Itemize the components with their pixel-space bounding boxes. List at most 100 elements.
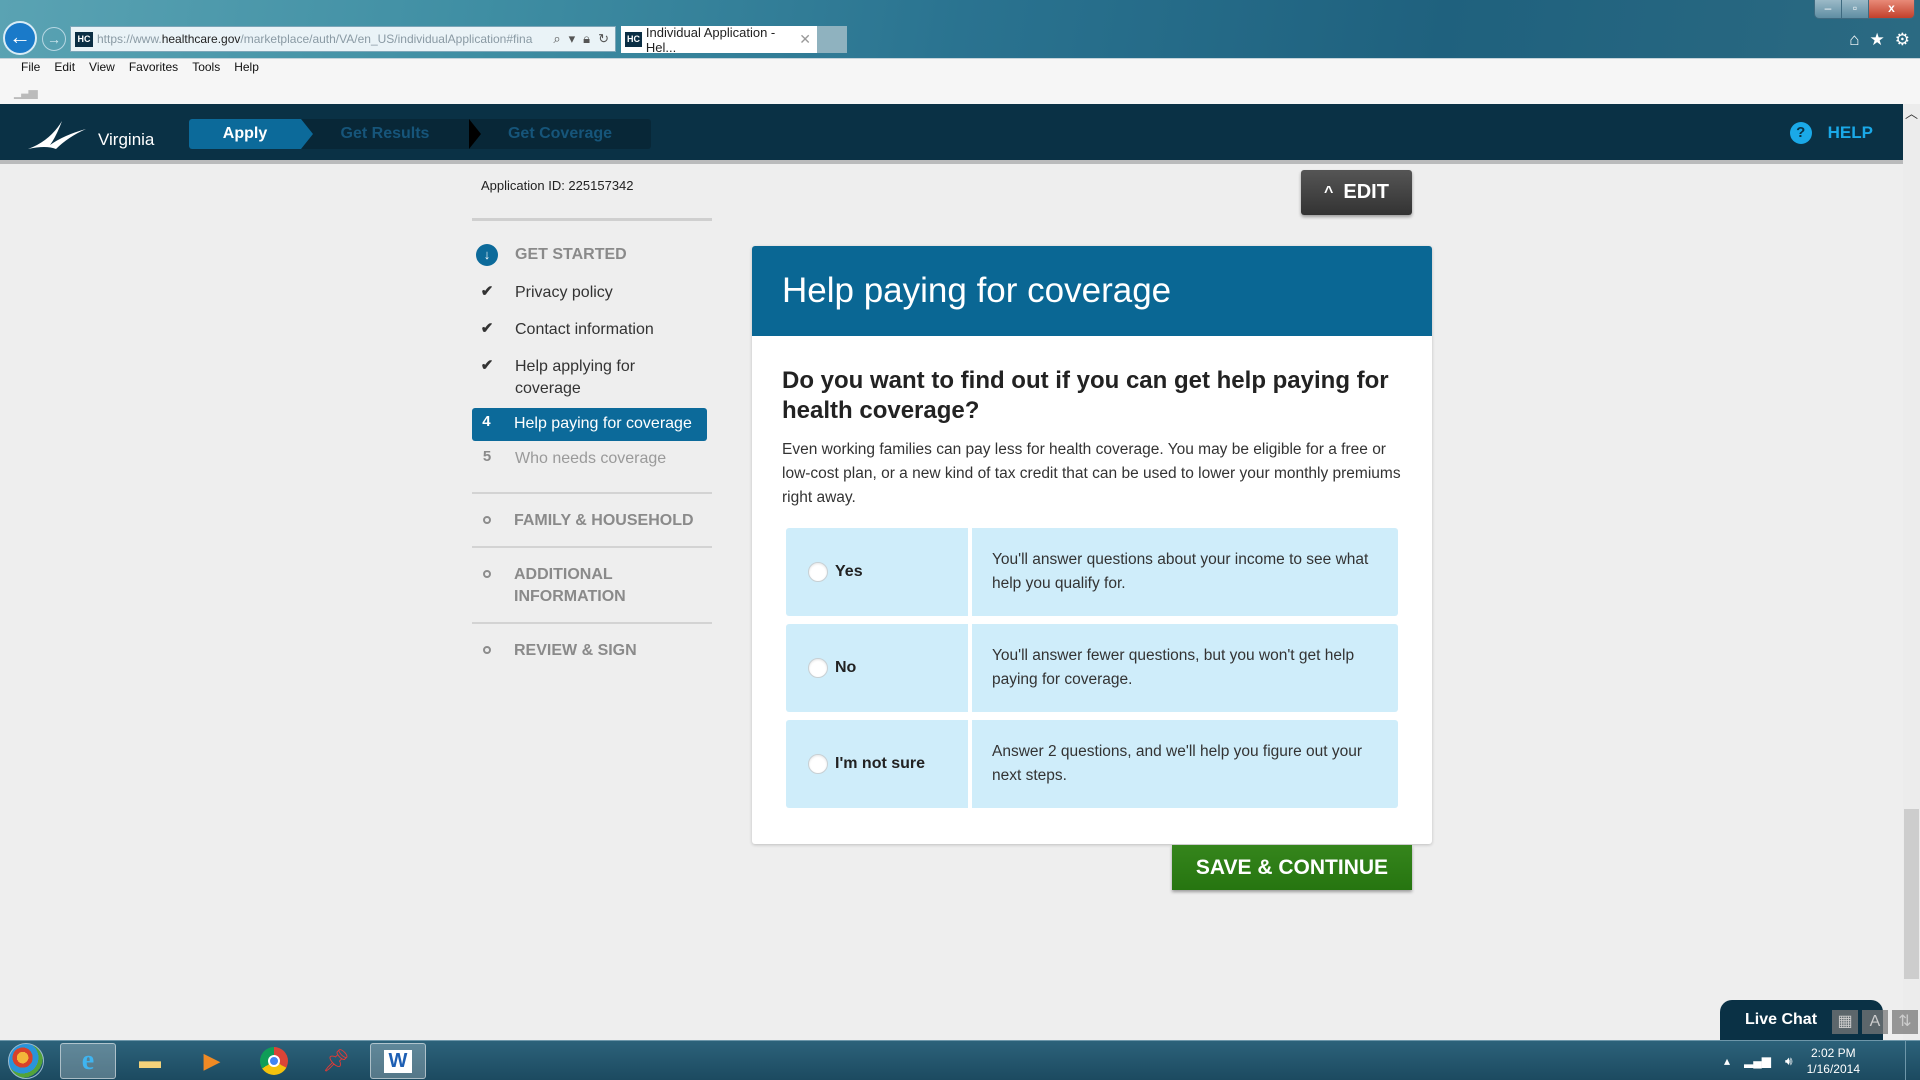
floating-toolbar: ▦ A ⇅ bbox=[1832, 1010, 1918, 1034]
radio-not-sure[interactable] bbox=[808, 754, 828, 774]
option-detail[interactable]: Answer 2 questions, and we'll help you f… bbox=[972, 720, 1398, 808]
help-label: HELP bbox=[1827, 123, 1873, 142]
option-label: I'm not sure bbox=[835, 755, 926, 772]
chrome-icon bbox=[260, 1047, 288, 1075]
option-yes[interactable]: Yes You'll answer questions about your i… bbox=[786, 528, 1398, 616]
back-button[interactable]: ← bbox=[3, 21, 37, 55]
browser-tab-active[interactable]: HC Individual Application - Hel... ✕ bbox=[621, 24, 817, 55]
site-favicon: HC bbox=[75, 31, 93, 47]
lock-icon[interactable]: 🔒︎ bbox=[583, 31, 590, 47]
signal-bars-icon: ▁▃▅ bbox=[14, 85, 38, 99]
scroll-thumb[interactable] bbox=[1904, 809, 1919, 979]
maximize-button[interactable]: ▫ bbox=[1842, 0, 1869, 18]
new-tab-button[interactable] bbox=[817, 26, 847, 53]
show-desktop-button[interactable] bbox=[1905, 1041, 1920, 1080]
url-prefix: https://www. bbox=[97, 32, 162, 46]
forward-button[interactable]: → bbox=[42, 27, 66, 51]
dropdown-icon[interactable]: ▾ bbox=[569, 31, 576, 47]
sidebar-item-help-paying[interactable]: 4 Help paying for coverage bbox=[472, 408, 707, 441]
pushpin-icon: 📌︎ bbox=[322, 1048, 350, 1073]
taskbar-sticky-pin[interactable]: 📌︎ bbox=[308, 1043, 364, 1079]
search-icon[interactable]: ⌕ bbox=[553, 31, 560, 47]
save-continue-button[interactable]: SAVE & CONTINUE bbox=[1172, 845, 1412, 890]
system-tray: ▴ ▂▄▆ 🔊︎ 2:02 PM 1/16/2014 bbox=[1724, 1041, 1860, 1080]
scroll-up-icon[interactable]: ︿ bbox=[1903, 104, 1920, 124]
sidebar-item-privacy-policy[interactable]: ✔ Privacy policy bbox=[472, 275, 712, 312]
site-header: Virginia Apply Get Results Get Coverage … bbox=[0, 104, 1903, 164]
taskbar-chrome[interactable] bbox=[246, 1043, 302, 1079]
tab-favicon: HC bbox=[625, 32, 642, 47]
address-bar[interactable]: HC https://www. healthcare.gov/marketplac… bbox=[70, 26, 616, 52]
menu-view[interactable]: View bbox=[82, 60, 122, 74]
menu-tools[interactable]: Tools bbox=[185, 60, 227, 74]
tab-close-icon[interactable]: ✕ bbox=[799, 31, 811, 48]
network-icon[interactable]: ▂▄▆ bbox=[1744, 1054, 1771, 1068]
option-not-sure[interactable]: I'm not sure Answer 2 questions, and we'… bbox=[786, 720, 1398, 808]
edit-button[interactable]: ^ EDIT bbox=[1301, 170, 1412, 215]
step-apply[interactable]: Apply bbox=[189, 119, 313, 149]
url-host: healthcare.gov bbox=[161, 32, 241, 46]
option-no[interactable]: No You'll answer fewer questions, but yo… bbox=[786, 624, 1398, 712]
panel-title: Help paying for coverage bbox=[752, 246, 1432, 336]
internet-explorer-icon: e bbox=[81, 1045, 95, 1076]
clock[interactable]: 2:02 PM 1/16/2014 bbox=[1807, 1045, 1860, 1077]
option-label: Yes bbox=[835, 563, 863, 580]
window-controls: – ▫ x bbox=[1814, 0, 1915, 19]
scroll-arrows-icon[interactable]: ⇅ bbox=[1892, 1010, 1918, 1034]
refresh-icon[interactable]: ↻ bbox=[598, 31, 609, 47]
radio-yes[interactable] bbox=[808, 562, 828, 582]
step-number: 4 bbox=[482, 413, 491, 430]
checkmark-icon: ✔ bbox=[480, 283, 494, 300]
volume-icon[interactable]: 🔊︎ bbox=[1785, 1054, 1793, 1069]
taskbar-word[interactable]: W bbox=[370, 1043, 426, 1079]
grid-tool-icon[interactable]: ▦ bbox=[1832, 1010, 1858, 1034]
state-name: Virginia bbox=[98, 130, 155, 149]
pending-circle-icon bbox=[483, 646, 491, 654]
menu-favorites[interactable]: Favorites bbox=[122, 60, 185, 74]
radio-no[interactable] bbox=[808, 658, 828, 678]
option-detail[interactable]: You'll answer questions about your incom… bbox=[972, 528, 1398, 616]
taskbar-file-explorer[interactable]: ▬ bbox=[122, 1043, 178, 1079]
option-label-cell[interactable]: No bbox=[786, 624, 968, 712]
application-id: Application ID: 225157342 bbox=[481, 178, 634, 193]
close-window-button[interactable]: x bbox=[1869, 0, 1914, 18]
step-get-results: Get Results bbox=[340, 125, 430, 142]
page-scrollbar[interactable]: ︿ bbox=[1903, 104, 1920, 1040]
text-size-icon[interactable]: A bbox=[1862, 1010, 1888, 1034]
browser-title-bar: ← → HC https://www. healthcare.gov/market… bbox=[0, 0, 1920, 58]
question-description: Even working families can pay less for h… bbox=[782, 441, 1401, 506]
sidebar-item-help-applying[interactable]: ✔ Help applying for coverage bbox=[472, 349, 712, 408]
help-link[interactable]: ? HELP bbox=[1789, 122, 1873, 144]
step-get-coverage: Get Coverage bbox=[507, 125, 613, 142]
taskbar-media-player[interactable]: ▶ bbox=[184, 1043, 240, 1079]
sidebar-item-contact-information[interactable]: ✔ Contact information bbox=[472, 312, 712, 349]
menu-edit[interactable]: Edit bbox=[47, 60, 82, 74]
favorites-star-icon[interactable]: ★ bbox=[1870, 30, 1885, 50]
minimize-button[interactable]: – bbox=[1815, 0, 1842, 18]
checkmark-icon: ✔ bbox=[480, 357, 494, 374]
tray-expand-icon[interactable]: ▴ bbox=[1724, 1054, 1730, 1068]
section-get-started[interactable]: ↓ GET STARTED bbox=[472, 235, 712, 275]
option-label-cell[interactable]: Yes bbox=[786, 528, 968, 616]
menu-help[interactable]: Help bbox=[227, 60, 266, 74]
pending-circle-icon bbox=[483, 516, 491, 524]
taskbar-internet-explorer[interactable]: e bbox=[60, 1043, 116, 1079]
tab-title: Individual Application - Hel... bbox=[645, 24, 776, 55]
clock-date: 1/16/2014 bbox=[1806, 1062, 1860, 1076]
menu-file[interactable]: File bbox=[14, 60, 47, 74]
settings-gear-icon[interactable]: ⚙ bbox=[1895, 30, 1910, 50]
option-label-cell[interactable]: I'm not sure bbox=[786, 720, 968, 808]
sidebar-item-label: Contact information bbox=[515, 321, 654, 338]
start-button[interactable] bbox=[2, 1043, 50, 1079]
word-icon: W bbox=[383, 1049, 413, 1073]
sidebar-item-who-needs-coverage: 5 Who needs coverage bbox=[472, 441, 712, 478]
section-title: REVIEW & SIGN bbox=[514, 642, 637, 659]
sidebar-item-label: Help paying for coverage bbox=[513, 415, 692, 432]
section-title: ADDITIONAL INFORMATION bbox=[514, 566, 626, 605]
option-detail[interactable]: You'll answer fewer questions, but you w… bbox=[972, 624, 1398, 712]
sidebar-item-label: Help applying for coverage bbox=[515, 358, 636, 397]
sidebar-item-label: Who needs coverage bbox=[515, 450, 667, 467]
home-icon[interactable]: ⌂ bbox=[1849, 30, 1859, 50]
option-label: No bbox=[835, 659, 857, 676]
healthcare-logo[interactable]: Virginia bbox=[28, 119, 154, 151]
